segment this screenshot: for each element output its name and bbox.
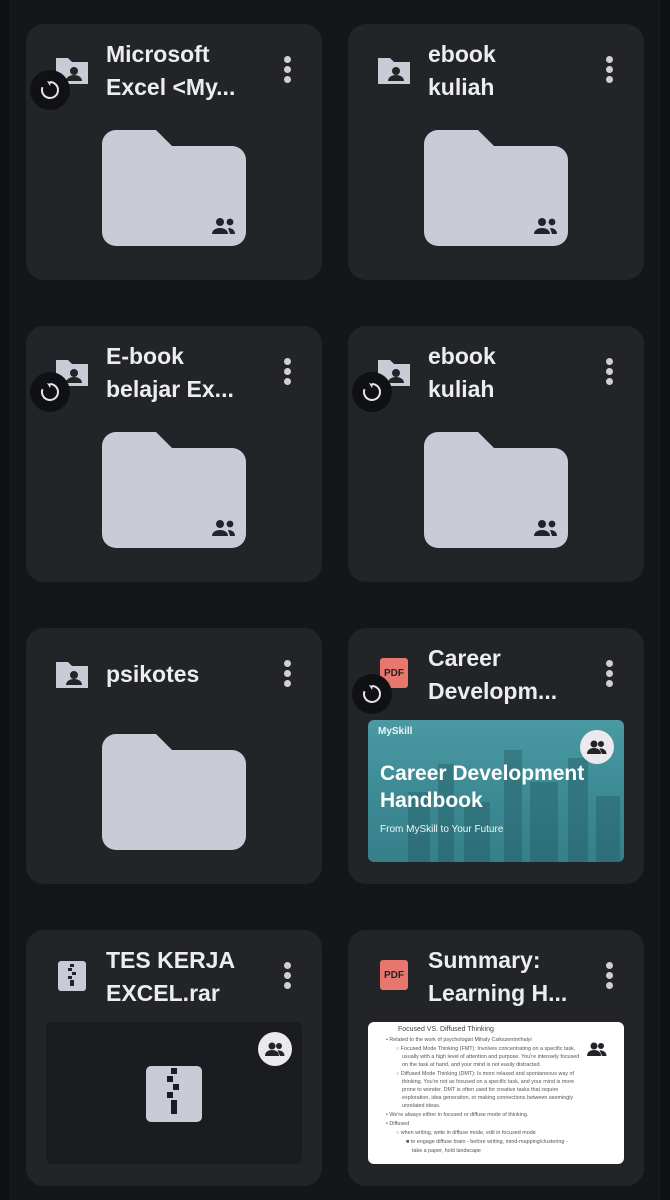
file-card-ebook-kuliah[interactable]: ebook kuliah — [348, 24, 644, 280]
sync-icon — [352, 674, 392, 714]
pdf-icon: PDF — [380, 960, 408, 990]
preview-heading: Focused VS. Diffused Thinking — [398, 1026, 494, 1033]
preview-line: • We're always either in focused or diff… — [386, 1112, 529, 1118]
file-title: Summary: Learning H... — [428, 947, 568, 1006]
preview-line: ■ to engage diffuse brain - before writi… — [406, 1139, 568, 1145]
folder-preview-icon — [424, 432, 568, 548]
file-title: Microsoft Excel <My... — [106, 41, 236, 100]
file-title: Career Developm... — [428, 645, 558, 704]
file-card-ebook-kuliah-2[interactable]: ebook kuliah — [348, 326, 644, 582]
shared-folder-icon — [378, 58, 410, 84]
preview-line: on the task at hand, and your mind is no… — [402, 1062, 542, 1068]
more-options-button[interactable] — [606, 962, 614, 990]
file-title: TES KERJA EXCEL.rar — [106, 947, 236, 1006]
sync-icon — [30, 70, 70, 110]
more-options-button[interactable] — [284, 358, 292, 386]
file-card-psikotes[interactable]: psikotes — [26, 628, 322, 884]
sync-icon — [30, 372, 70, 412]
pdf-preview-thumbnail[interactable]: MySkill Career Development Handbook From… — [368, 720, 624, 862]
preview-heading: Career Development Handbook — [380, 762, 585, 812]
archive-preview-thumbnail[interactable] — [46, 1022, 302, 1164]
more-options-button[interactable] — [284, 56, 292, 84]
preview-line: • Related to the work of psychologist Mi… — [386, 1037, 532, 1043]
more-options-button[interactable] — [284, 660, 292, 688]
preview-line: • Diffused — [386, 1121, 410, 1127]
preview-brand: MySkill — [378, 726, 413, 737]
file-title: psikotes — [106, 661, 200, 687]
left-edge — [0, 0, 11, 1200]
folder-preview-icon — [102, 734, 246, 850]
file-title: E-book belajar Ex... — [106, 343, 234, 402]
file-title: ebook kuliah — [428, 343, 496, 402]
folder-preview-icon — [102, 432, 246, 548]
file-card-tes-kerja-excel[interactable]: TES KERJA EXCEL.rar — [26, 930, 322, 1186]
preview-line: unrelated ideas. — [402, 1103, 441, 1109]
zip-icon — [58, 961, 86, 991]
file-card-summary-learning[interactable]: PDF Summary: Learning H... Focused VS. D… — [348, 930, 644, 1186]
file-card-ebook-belajar-excel[interactable]: E-book belajar Ex... — [26, 326, 322, 582]
people-icon — [580, 730, 614, 764]
people-icon — [258, 1032, 292, 1066]
folder-preview-icon — [102, 130, 246, 246]
preview-line: ○ when writing, write in diffuse mode, e… — [396, 1130, 536, 1136]
pdf-preview-thumbnail[interactable]: Focused VS. Diffused Thinking • Related … — [368, 1022, 624, 1164]
file-card-career-development[interactable]: PDF Career Developm... MySkill Career De… — [348, 628, 644, 884]
sync-icon — [352, 372, 392, 412]
file-title: ebook kuliah — [428, 41, 496, 100]
preview-line: take a paper, hold landscape — [412, 1148, 481, 1154]
preview-subtitle: From MySkill to Your Future — [380, 824, 504, 835]
more-options-button[interactable] — [606, 56, 614, 84]
more-options-button[interactable] — [606, 358, 614, 386]
more-options-button[interactable] — [606, 660, 614, 688]
people-icon — [580, 1032, 614, 1066]
right-edge — [659, 0, 670, 1200]
file-card-microsoft-excel[interactable]: Microsoft Excel <My... — [26, 24, 322, 280]
folder-preview-icon — [424, 130, 568, 246]
more-options-button[interactable] — [284, 962, 292, 990]
shared-folder-icon — [56, 662, 88, 688]
zip-preview-icon — [146, 1066, 202, 1122]
